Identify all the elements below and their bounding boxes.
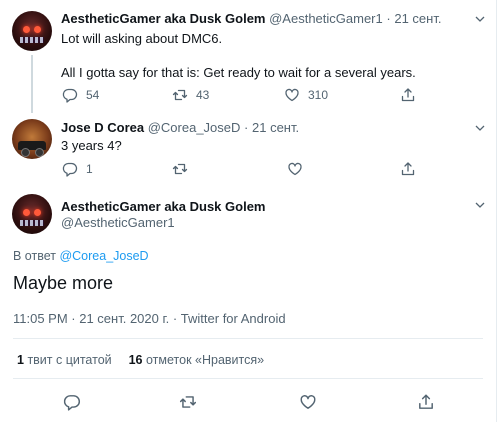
divider: [13, 378, 483, 379]
main-tweet-actions: [0, 393, 499, 411]
chevron-down-icon[interactable]: [475, 200, 485, 210]
tweet-text-line: All I gotta say for that is: Get ready t…: [61, 65, 416, 80]
tweet-timestamp[interactable]: 11:05 PM · 21 сент. 2020 г. · Twitter fo…: [13, 311, 286, 326]
share-icon: [419, 394, 433, 409]
reply-icon: [62, 88, 78, 103]
divider: [13, 338, 483, 339]
like-stat-count: 16: [128, 353, 143, 367]
author-name[interactable]: Jose D Corea: [61, 120, 144, 135]
like-icon: [288, 162, 302, 176]
share-button[interactable]: [417, 393, 435, 411]
column-border: [496, 0, 497, 422]
like-button[interactable]: 310: [284, 87, 328, 103]
tweet-header: AestheticGamer aka Dusk Golem @Aesthetic…: [61, 11, 441, 26]
author-name[interactable]: AestheticGamer aka Dusk Golem: [61, 11, 265, 26]
like-button[interactable]: [287, 161, 311, 177]
reply-to-link[interactable]: @Corea_JoseD: [59, 249, 148, 263]
tweet-text-line: 3 years 4?: [61, 138, 122, 153]
like-button[interactable]: [299, 393, 317, 411]
retweet-icon: [172, 163, 188, 175]
separator-dot: ·: [386, 11, 391, 26]
retweet-icon: [179, 396, 197, 408]
tweet-actions: 54 43 310: [62, 87, 422, 103]
reply-button[interactable]: 1: [62, 161, 93, 177]
reply-button[interactable]: [63, 393, 81, 411]
like-icon: [285, 88, 299, 102]
tweet-thread: AestheticGamer aka Dusk Golem @Aesthetic…: [0, 0, 499, 422]
author-name[interactable]: AestheticGamer aka Dusk Golem: [61, 199, 265, 214]
retweet-button[interactable]: [179, 393, 197, 411]
thread-connector: [31, 55, 33, 113]
reply-button[interactable]: 54: [62, 87, 99, 103]
quote-count: 1: [17, 353, 24, 367]
like-stat[interactable]: 16 отметок «Нравится»: [129, 353, 264, 367]
retweet-button[interactable]: [172, 161, 196, 177]
separator-dot: ·: [244, 120, 249, 135]
like-count: 310: [308, 88, 329, 102]
tweet-text-line: Lot will asking about DMC6.: [61, 31, 223, 46]
tweet-stats: 1 твит с цитатой 16 отметок «Нравится»: [17, 353, 264, 367]
share-button[interactable]: [400, 161, 416, 177]
chevron-down-icon[interactable]: [475, 123, 485, 133]
tweet-actions: 1: [62, 161, 422, 177]
like-stat-label: отметок «Нравится»: [146, 353, 265, 367]
reply-count: 1: [86, 162, 93, 176]
reply-prefix: В ответ: [13, 249, 56, 263]
avatar[interactable]: [12, 119, 52, 159]
avatar[interactable]: [12, 194, 52, 234]
share-button[interactable]: [400, 87, 416, 103]
reply-context: В ответ @Corea_JoseD: [13, 249, 149, 263]
retweet-icon: [172, 89, 188, 101]
author-handle[interactable]: @AestheticGamer1: [61, 215, 175, 230]
author-handle[interactable]: @AestheticGamer1: [269, 11, 383, 26]
like-icon: [300, 395, 316, 409]
reply-count: 54: [86, 88, 100, 102]
quote-label: твит с цитатой: [27, 353, 112, 367]
quote-stat[interactable]: 1 твит с цитатой: [17, 353, 112, 367]
author-handle[interactable]: @Corea_JoseD: [148, 120, 241, 135]
chevron-down-icon[interactable]: [475, 14, 485, 24]
retweet-count: 43: [196, 88, 210, 102]
tweet-date[interactable]: 21 сент.: [252, 120, 299, 135]
share-icon: [401, 88, 415, 102]
reply-icon: [63, 395, 80, 411]
reply-icon: [62, 162, 78, 177]
avatar[interactable]: [12, 11, 52, 51]
share-icon: [401, 162, 415, 176]
retweet-button[interactable]: 43: [172, 87, 209, 103]
tweet-header: Jose D Corea @Corea_JoseD · 21 сент.: [61, 120, 299, 135]
tweet-text: Maybe more: [13, 273, 114, 293]
tweet-date[interactable]: 21 сент.: [394, 11, 441, 26]
